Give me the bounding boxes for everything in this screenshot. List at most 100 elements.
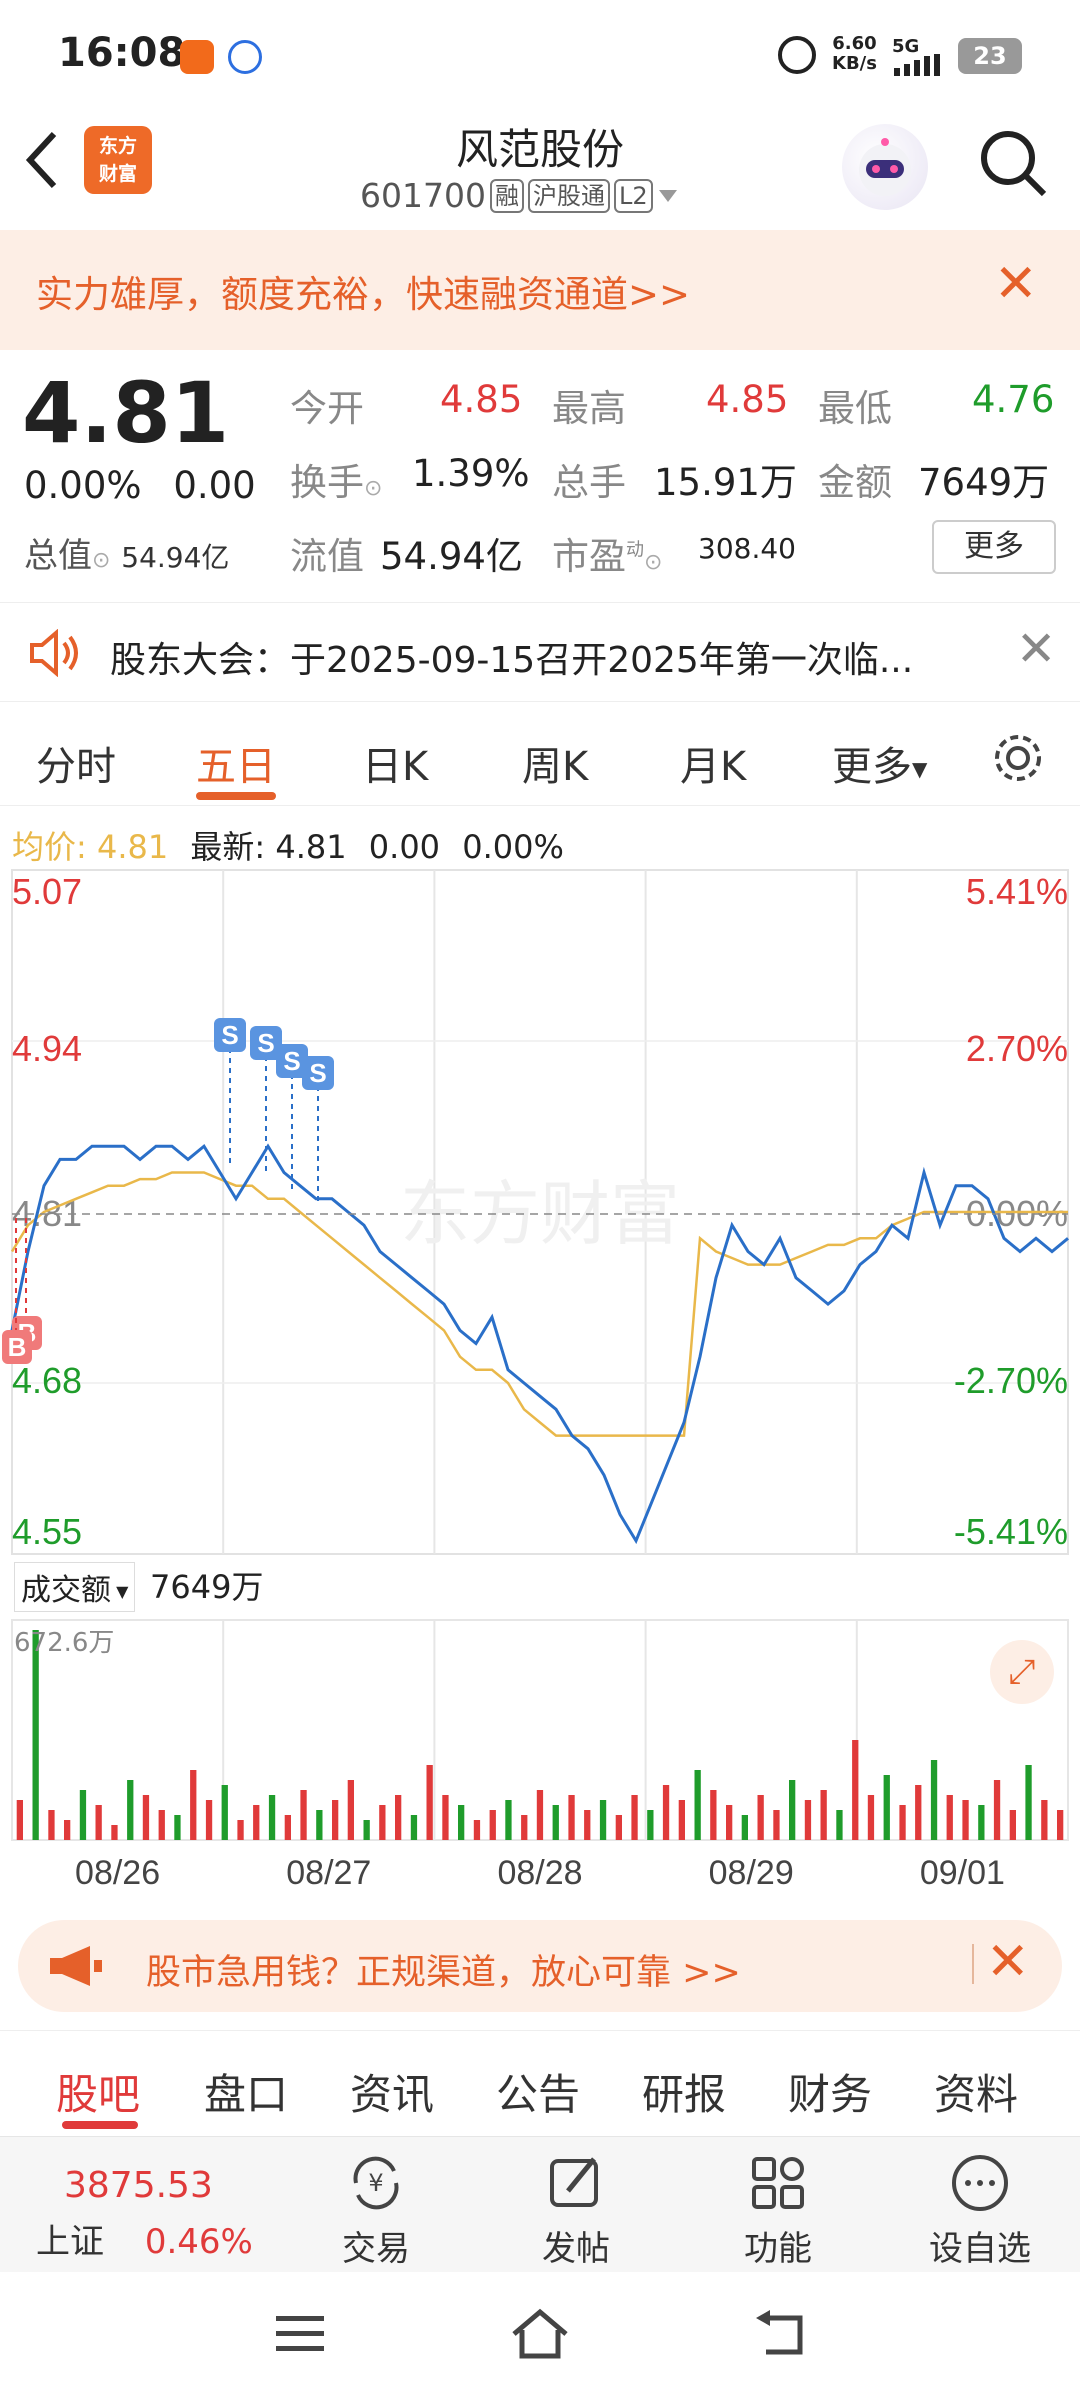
volume-bar — [347, 1780, 354, 1840]
pct-axis-label: -5.41% — [954, 1511, 1068, 1552]
avg-value: 4.81 — [96, 828, 169, 866]
gear-icon[interactable] — [990, 730, 1046, 786]
avg-price-line: 均价: 4.81 最新: 4.81 0.00 0.00% — [12, 822, 564, 868]
volume-bar — [647, 1810, 654, 1840]
x-axis-label: 08/29 — [709, 1854, 794, 1892]
grid-icon — [752, 2157, 804, 2209]
tab-intraday[interactable]: 分时 — [36, 734, 116, 792]
volume-bar — [710, 1790, 717, 1840]
volume-bar — [883, 1775, 890, 1840]
tab-guba[interactable]: 股吧 — [56, 2061, 140, 2122]
volume-bar — [599, 1800, 607, 1840]
more-quote-button[interactable]: 更多 — [932, 520, 1056, 574]
tab-finance[interactable]: 财务 — [788, 2061, 872, 2122]
back-nav-icon[interactable] — [752, 2308, 812, 2360]
info-icon[interactable]: ⊙ — [92, 548, 110, 573]
promo-close-icon[interactable]: ✕ — [986, 1932, 1030, 1992]
tab-news[interactable]: 资讯 — [350, 2061, 434, 2122]
volume-bar — [962, 1800, 969, 1840]
volume-bar — [1057, 1810, 1064, 1840]
function-button[interactable]: 功能 — [708, 2147, 848, 2270]
home-icon[interactable] — [508, 2306, 572, 2362]
volume-bar — [316, 1810, 323, 1840]
volume-max: 672.6万 — [14, 1628, 115, 1658]
promo-text: 股市急用钱？正规渠道，放心可靠 >> — [146, 1953, 741, 1993]
search-button[interactable] — [978, 128, 1048, 198]
tab-more[interactable]: 更多▼ — [832, 734, 927, 792]
volume-bar — [789, 1780, 796, 1840]
tab-weekly-k[interactable]: 周K — [522, 734, 588, 792]
chart-svg[interactable]: 东方财富 5.074.944.814.684.555.41%2.70%0.00%… — [0, 868, 1080, 1908]
more-circle-icon — [952, 2155, 1008, 2211]
five-day-chart[interactable]: 东方财富 5.07 4.94 4.81 4.68 4.55 5.41% 2.70% 0.00%… — [0, 868, 1080, 1908]
volume-bar — [978, 1805, 985, 1840]
trade-button[interactable]: ¥ 交易 — [306, 2147, 446, 2270]
volume-bar — [48, 1810, 55, 1840]
add-watchlist-button[interactable]: 设自选 — [910, 2147, 1050, 2270]
volume-bar — [205, 1800, 213, 1840]
notice-bar[interactable]: 股东大会：于2025-09-15召开2025年第一次临... ✕ — [0, 602, 1080, 702]
tab-announce[interactable]: 公告 — [496, 2061, 580, 2122]
low-label: 最低 — [818, 387, 892, 430]
volume-bar — [221, 1785, 228, 1840]
tab-profile[interactable]: 资料 — [934, 2061, 1018, 2122]
volume-bar — [899, 1805, 906, 1840]
volume-selector[interactable]: 成交额 ▼ — [14, 1562, 136, 1612]
x-axis-label: 09/01 — [920, 1854, 1005, 1892]
volume-bar — [32, 1630, 39, 1840]
content-tabs: 股吧 盘口 资讯 公告 研报 财务 资料 — [0, 2030, 1080, 2130]
x-axis-label: 08/28 — [497, 1854, 582, 1892]
bottom-toolbar: 3875.53 上证 0.46% ¥ 交易 发帖 功能 设自选 — [0, 2136, 1080, 2272]
price-axis-label: 5.07 — [12, 871, 82, 912]
volume-bar — [79, 1790, 87, 1840]
volume-bar — [852, 1740, 859, 1840]
latest-pct: 0.00% — [462, 828, 564, 866]
stock-code: 601700 — [360, 176, 486, 215]
sell-marker-label: S — [309, 1058, 326, 1088]
pe-value: 308.40 — [698, 532, 796, 565]
signal-icon — [894, 54, 940, 76]
index-name: 上证 — [36, 2222, 104, 2262]
volume-bar — [741, 1815, 748, 1840]
tab-research[interactable]: 研报 — [642, 2061, 726, 2122]
stock-code-row[interactable]: 601700 融 沪股通 L2 — [360, 176, 679, 215]
battery-level: 23 — [973, 42, 1007, 70]
expand-icon[interactable]: ⤢ — [990, 1640, 1054, 1704]
battery-icon: 23 — [958, 38, 1022, 74]
volume-bar — [268, 1795, 276, 1840]
volume-bar — [237, 1820, 244, 1840]
yen-cycle-icon: ¥ — [353, 2156, 399, 2210]
tab-daily-k[interactable]: 日K — [362, 734, 428, 792]
menu-icon[interactable] — [270, 2312, 330, 2356]
sell-marker-label: S — [257, 1028, 274, 1058]
tab-pankou[interactable]: 盘口 — [204, 2061, 288, 2122]
banner-close-icon[interactable]: ✕ — [994, 254, 1038, 314]
loan-promo-bar[interactable]: 股市急用钱？正规渠道，放心可靠 >> ✕ — [18, 1920, 1062, 2012]
volume-bar — [458, 1805, 465, 1840]
volume-bar — [678, 1800, 685, 1840]
chart-tabs: 分时 五日 日K 周K 月K 更多▼ — [0, 704, 1080, 806]
active-tab-underline — [62, 2121, 138, 2129]
info-icon[interactable]: ⊙ — [364, 476, 382, 501]
avg-label: 均价: — [12, 828, 87, 866]
volume-bar — [174, 1815, 181, 1840]
info-icon[interactable]: ⊙ — [644, 550, 662, 575]
financing-banner[interactable]: 实力雄厚，额度充裕，快速融资通道>> ✕ — [0, 230, 1080, 350]
system-nav-bar — [0, 2272, 1080, 2400]
robot-avatar-icon[interactable] — [842, 124, 928, 210]
x-axis-label: 08/27 — [286, 1854, 371, 1892]
tab-monthly-k[interactable]: 月K — [680, 734, 746, 792]
buy-marker-label: B — [8, 1332, 27, 1362]
index-widget[interactable]: 3875.53 上证 0.46% — [36, 2165, 286, 2263]
alarm-icon — [778, 36, 816, 74]
volume-bar — [536, 1790, 544, 1840]
volume-bar — [16, 1800, 23, 1840]
turnover-value: 1.39% — [412, 452, 530, 495]
hgt-tag: 沪股通 — [527, 178, 610, 213]
post-button[interactable]: 发帖 — [506, 2147, 646, 2270]
notice-text: 股东大会：于2025-09-15召开2025年第一次临... — [110, 640, 914, 681]
tab-five-day[interactable]: 五日 — [196, 734, 276, 792]
notice-close-icon[interactable]: ✕ — [1016, 621, 1056, 677]
quote-panel: 4.81 0.00% 0.00 总值⊙ 54.94亿 今开 4.85 最高 4.… — [0, 350, 1080, 600]
volume-bar — [473, 1820, 481, 1840]
